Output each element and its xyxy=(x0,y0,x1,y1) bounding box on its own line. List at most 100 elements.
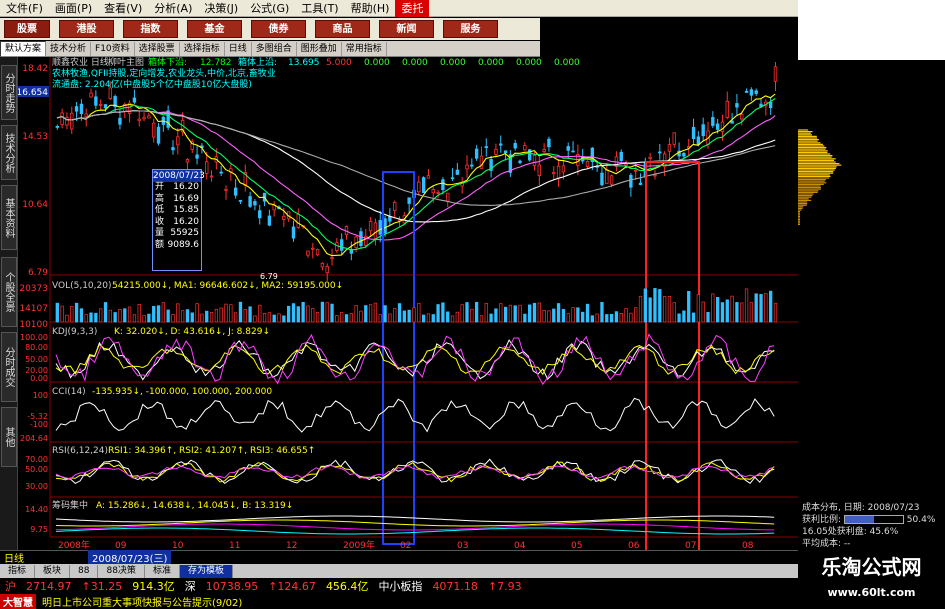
news-text[interactable]: 明日上市公司重大事项快报与公告提示(9/02) xyxy=(42,594,242,609)
info-key: 收 xyxy=(155,217,164,229)
bottom-tabs: 指标 板块 88 88决策 标准 存为模板 xyxy=(0,564,798,578)
toolbar-item[interactable]: F10资料 xyxy=(91,42,135,56)
candle-body xyxy=(321,263,324,267)
kdj-tick: 0.00 xyxy=(30,374,48,383)
volume-bar xyxy=(66,315,69,322)
volume-bar xyxy=(495,309,498,322)
menu-item[interactable]: 决策(J) xyxy=(198,0,244,17)
date-tick: 10 xyxy=(172,541,184,550)
func-button[interactable]: 商品 xyxy=(315,20,370,38)
rsi-tick: 30.00 xyxy=(25,482,48,491)
volume-bar xyxy=(562,309,565,322)
candle-body xyxy=(311,248,314,249)
stock-chart[interactable]: 顺鑫农业 日线 柳叶主图 箱体下沿: 12.782 箱体上沿: 13.695 5.000 0.… xyxy=(18,57,798,550)
candle-body xyxy=(393,202,396,210)
func-button[interactable]: 服务 xyxy=(443,20,498,38)
volume-bar xyxy=(413,308,416,322)
volume-bar xyxy=(774,303,777,322)
left-tab[interactable]: 个股全景 xyxy=(1,257,17,327)
chart-resist-value: 12.782 xyxy=(200,58,232,68)
avg-cost-line: 平均成本: -- xyxy=(802,538,941,550)
bottom-tab[interactable]: 标准 xyxy=(145,565,180,578)
toolbar-item[interactable]: 图形叠加 xyxy=(297,42,342,56)
func-button[interactable]: 股票 xyxy=(4,20,50,38)
date-tick: 07 xyxy=(685,541,696,550)
bottom-tab[interactable]: 存为模板 xyxy=(180,565,233,578)
candle-body xyxy=(466,165,469,169)
candle-body xyxy=(95,97,98,105)
candle-body xyxy=(85,114,88,117)
bottom-tab[interactable]: 板块 xyxy=(35,565,70,578)
volume-bar xyxy=(586,304,589,322)
candle-body xyxy=(234,188,237,195)
left-tab[interactable]: 分时走势 xyxy=(1,65,17,120)
menu-item[interactable]: 文件(F) xyxy=(0,0,49,17)
shanghai-label: 沪 xyxy=(0,578,21,594)
chart-area[interactable]: 顺鑫农业 日线 柳叶主图 箱体下沿: 12.782 箱体上沿: 13.695 5.000 0.… xyxy=(18,57,798,550)
volume-bar xyxy=(552,309,555,322)
toolbar-item[interactable]: 常用指标 xyxy=(342,42,387,56)
menu-item[interactable]: 帮助(H) xyxy=(345,0,396,17)
func-button[interactable]: 指数 xyxy=(123,20,178,38)
news-ticker[interactable]: 大智慧 明日上市公司重大事项快报与公告提示(9/02) xyxy=(0,594,798,609)
shanghai-amount: 914.3亿 xyxy=(127,578,180,594)
cci-tick: 100 xyxy=(33,391,48,400)
func-button[interactable]: 债券 xyxy=(251,20,306,38)
vol-tick: 10100 xyxy=(19,320,48,330)
chart-stock-name: 顺鑫农业 日线 xyxy=(52,57,109,68)
menu-item[interactable]: 分析(A) xyxy=(148,0,198,17)
bottom-tab[interactable]: 88决策 xyxy=(98,565,144,578)
volume-bar xyxy=(186,310,189,322)
candle-body xyxy=(307,251,310,255)
chip-line xyxy=(56,516,774,522)
candle-body xyxy=(292,227,295,238)
volume-bar xyxy=(769,291,772,322)
volume-bar xyxy=(731,296,734,322)
volume-bar xyxy=(162,303,165,322)
toolbar-item[interactable]: 默认方案 xyxy=(0,41,46,57)
menu-item[interactable]: 画面(P) xyxy=(49,0,98,17)
toolbar-item[interactable]: 日线 xyxy=(225,42,252,56)
volume-bar xyxy=(123,309,126,322)
volume-bar xyxy=(157,306,160,322)
toolbar-item[interactable]: 多图组合 xyxy=(252,42,297,56)
left-tab[interactable]: 其他 xyxy=(1,407,17,467)
volume-bar xyxy=(432,315,435,322)
chip-tick: 14.40 xyxy=(25,505,48,514)
period-label[interactable]: 日线 xyxy=(0,550,28,565)
volume-bar xyxy=(620,313,623,322)
rsi-values: RSI1: 34.396↑, RSI2: 41.207↑, RSI3: 46.6… xyxy=(108,446,315,456)
volume-bar xyxy=(205,311,208,322)
menu-item[interactable]: 工具(T) xyxy=(295,0,344,17)
candle-body xyxy=(504,151,507,153)
left-tab[interactable]: 技术分析 xyxy=(1,125,17,180)
chart-header-value: 0.000 xyxy=(478,58,504,68)
func-button[interactable]: 新闻 xyxy=(379,20,434,38)
bottom-tab[interactable]: 88 xyxy=(70,565,98,578)
candle-body xyxy=(148,116,151,118)
toolbar-item[interactable]: 选择指标 xyxy=(180,42,225,56)
func-button[interactable]: 港股 xyxy=(59,20,114,38)
candle-body xyxy=(143,117,146,119)
func-button[interactable]: 基金 xyxy=(187,20,242,38)
toolbar-item[interactable]: 技术分析 xyxy=(46,42,91,56)
left-tab[interactable]: 基本资料 xyxy=(1,185,17,250)
left-tab[interactable]: 分时成交 xyxy=(1,332,17,402)
menu-item[interactable]: 查看(V) xyxy=(98,0,148,17)
cost-line: 16.05处获利盘: 45.6% xyxy=(802,526,941,538)
volume-bar xyxy=(475,302,478,322)
menu-item[interactable]: 委托 xyxy=(395,0,429,17)
menu-item[interactable]: 公式(G) xyxy=(244,0,295,17)
volume-bar xyxy=(326,303,329,322)
shenzhen-amount: 456.4亿 xyxy=(321,578,374,594)
kdj-j-line xyxy=(56,334,774,384)
shenzhen-change: ↑124.67 xyxy=(263,580,321,593)
chip-tick: 9.75 xyxy=(30,525,48,534)
chart-concepts: 农林牧渔,QFII持股,定向增发,农业龙头,中价,北京,畜牧业 xyxy=(52,67,276,79)
rsi-1-line xyxy=(56,459,774,483)
bottom-tab[interactable]: 指标 xyxy=(0,565,35,578)
price-tick: 10.64 xyxy=(22,200,48,210)
toolbar-item[interactable]: 选择股票 xyxy=(135,42,180,56)
vol-values: 54215.000↓, MA1: 96646.602↓, MA2: 59195.… xyxy=(112,281,343,291)
candle-body xyxy=(538,165,541,176)
